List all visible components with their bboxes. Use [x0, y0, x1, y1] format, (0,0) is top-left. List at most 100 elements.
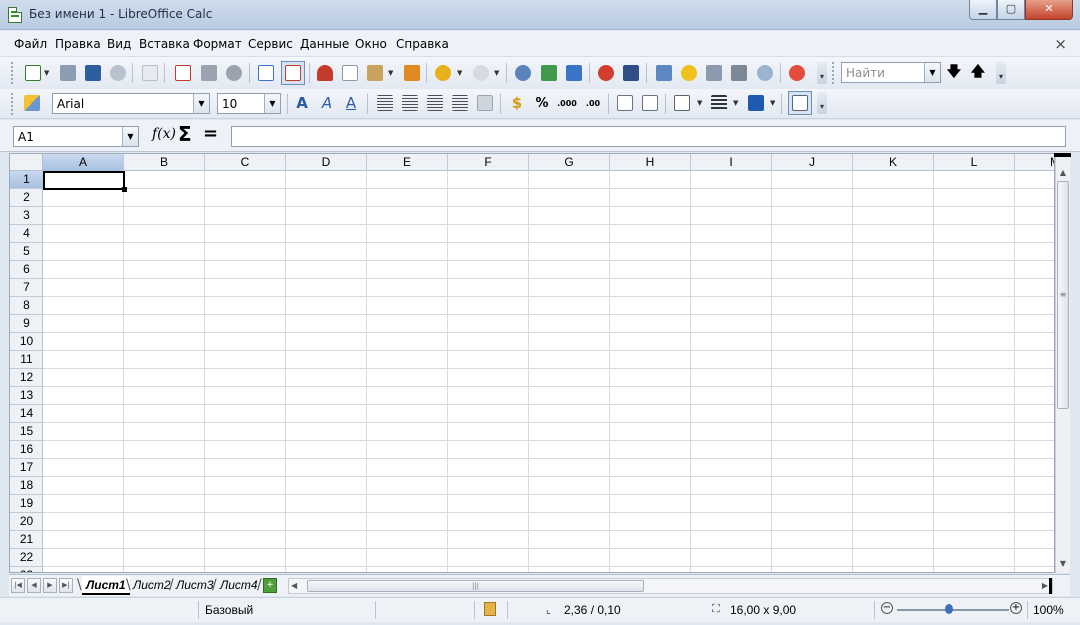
- row-header[interactable]: 14: [10, 405, 43, 423]
- scroll-down-icon[interactable]: ▼: [1056, 557, 1070, 571]
- font-name-box[interactable]: Arial ▼: [52, 93, 210, 114]
- sheet-tab-4[interactable]: Лист4: [216, 576, 262, 595]
- decrease-indent-icon[interactable]: [614, 92, 636, 114]
- line-style-icon[interactable]: [708, 92, 730, 114]
- column-header[interactable]: A: [43, 154, 124, 171]
- bold-icon[interactable]: A: [291, 92, 313, 114]
- zoom-percent[interactable]: 100%: [1033, 603, 1064, 617]
- toggle-grid-icon[interactable]: [788, 91, 812, 115]
- column-header[interactable]: H: [610, 154, 691, 171]
- function-icon[interactable]: =: [203, 123, 218, 144]
- find-toolbar-overflow-icon[interactable]: ▾: [996, 62, 1006, 84]
- autospellcheck-icon[interactable]: [281, 61, 305, 85]
- merge-cells-icon[interactable]: [474, 92, 496, 114]
- horizontal-scroll-thumb[interactable]: |||: [307, 580, 644, 592]
- zoom-out-icon[interactable]: −: [881, 602, 893, 614]
- row-header[interactable]: 15: [10, 423, 43, 441]
- italic-icon[interactable]: A: [316, 92, 338, 114]
- row-header[interactable]: 9: [10, 315, 43, 333]
- cell-area[interactable]: [43, 171, 1054, 572]
- menu-data[interactable]: Данные: [300, 37, 349, 51]
- increase-indent-icon[interactable]: [639, 92, 661, 114]
- scroll-right-icon[interactable]: ▶: [1042, 579, 1048, 593]
- chart-icon[interactable]: [595, 62, 617, 84]
- zoom-in-icon[interactable]: +: [1010, 602, 1022, 614]
- menu-insert[interactable]: Вставка: [139, 37, 190, 51]
- zoom-slider[interactable]: [897, 609, 1009, 611]
- column-header[interactable]: E: [367, 154, 448, 171]
- scroll-up-icon[interactable]: ▲: [1056, 166, 1070, 180]
- find-next-icon[interactable]: 🡇: [943, 62, 965, 84]
- horizontal-split-handle[interactable]: [1049, 578, 1052, 594]
- open-icon[interactable]: [57, 62, 79, 84]
- menu-file[interactable]: Файл: [14, 37, 47, 51]
- function-wizard-icon[interactable]: f(x): [152, 126, 176, 142]
- column-header[interactable]: I: [691, 154, 772, 171]
- percent-format-icon[interactable]: %: [531, 92, 553, 114]
- row-header[interactable]: 13: [10, 387, 43, 405]
- last-sheet-icon[interactable]: ▶|: [59, 578, 73, 593]
- zoom-slider-thumb[interactable]: [945, 604, 953, 614]
- menu-format[interactable]: Формат: [193, 37, 242, 51]
- currency-format-icon[interactable]: $: [506, 92, 528, 114]
- row-header[interactable]: 7: [10, 279, 43, 297]
- justify-icon[interactable]: [449, 92, 471, 114]
- row-header[interactable]: 12: [10, 369, 43, 387]
- row-header[interactable]: 10: [10, 333, 43, 351]
- page-style[interactable]: Базовый: [205, 603, 253, 617]
- row-header[interactable]: 21: [10, 531, 43, 549]
- navigator-icon[interactable]: [653, 62, 675, 84]
- gallery-icon[interactable]: [678, 62, 700, 84]
- row-header[interactable]: 20: [10, 513, 43, 531]
- export-pdf-icon[interactable]: [172, 62, 194, 84]
- column-header[interactable]: D: [286, 154, 367, 171]
- sheet-tab-1[interactable]: Лист1: [82, 576, 130, 595]
- menu-tools[interactable]: Сервис: [248, 37, 293, 51]
- menu-edit[interactable]: Правка: [55, 37, 101, 51]
- document-modified-icon[interactable]: [484, 602, 496, 616]
- add-decimal-icon[interactable]: .000: [556, 92, 578, 114]
- sort-descending-icon[interactable]: [563, 62, 585, 84]
- row-header[interactable]: 5: [10, 243, 43, 261]
- toolbar-overflow-icon[interactable]: ▾: [817, 62, 827, 84]
- menu-window[interactable]: Окно: [355, 37, 387, 51]
- maximize-button[interactable]: ▢: [997, 0, 1025, 20]
- new-dropdown-arrow[interactable]: ▼: [44, 62, 51, 84]
- name-box[interactable]: A1 ▼: [13, 126, 139, 147]
- split-handle[interactable]: [1054, 153, 1071, 157]
- column-header[interactable]: G: [529, 154, 610, 171]
- active-cell-cursor[interactable]: [43, 171, 127, 192]
- column-header[interactable]: M: [1015, 154, 1054, 171]
- row-header[interactable]: 1: [10, 171, 43, 189]
- underline-icon[interactable]: A: [340, 92, 362, 114]
- borders-dropdown-arrow[interactable]: ▼: [697, 92, 704, 114]
- data-sources-icon[interactable]: [703, 62, 725, 84]
- row-header[interactable]: 16: [10, 441, 43, 459]
- formatting-overflow-icon[interactable]: ▾: [817, 92, 827, 114]
- clone-formatting-icon[interactable]: [401, 62, 423, 84]
- undo-icon[interactable]: [432, 62, 454, 84]
- font-name-dropdown-arrow[interactable]: ▼: [193, 94, 209, 113]
- sort-ascending-icon[interactable]: [538, 62, 560, 84]
- print-preview-icon[interactable]: [223, 62, 245, 84]
- save-icon[interactable]: [82, 62, 104, 84]
- paste-icon[interactable]: [364, 62, 386, 84]
- row-header[interactable]: 19: [10, 495, 43, 513]
- hyperlink-icon[interactable]: [512, 62, 534, 84]
- horizontal-scrollbar[interactable]: ◀ ||| ▶: [288, 578, 1053, 594]
- column-header[interactable]: J: [772, 154, 853, 171]
- column-header[interactable]: L: [934, 154, 1015, 171]
- toolbar-grip[interactable]: [11, 62, 15, 84]
- styles-icon[interactable]: [728, 62, 750, 84]
- styles-formatting-icon[interactable]: [21, 92, 43, 114]
- spellcheck-icon[interactable]: [255, 62, 277, 84]
- toolbar-grip[interactable]: [11, 93, 15, 115]
- find-toolbar-grip[interactable]: [832, 62, 836, 84]
- zoom-icon[interactable]: [754, 62, 776, 84]
- row-header[interactable]: 4: [10, 225, 43, 243]
- sheet-tab-3[interactable]: Лист3: [172, 576, 218, 595]
- scroll-left-icon[interactable]: ◀: [291, 579, 297, 593]
- email-icon[interactable]: [107, 62, 129, 84]
- first-sheet-icon[interactable]: |◀: [11, 578, 25, 593]
- add-sheet-icon[interactable]: +: [263, 578, 277, 593]
